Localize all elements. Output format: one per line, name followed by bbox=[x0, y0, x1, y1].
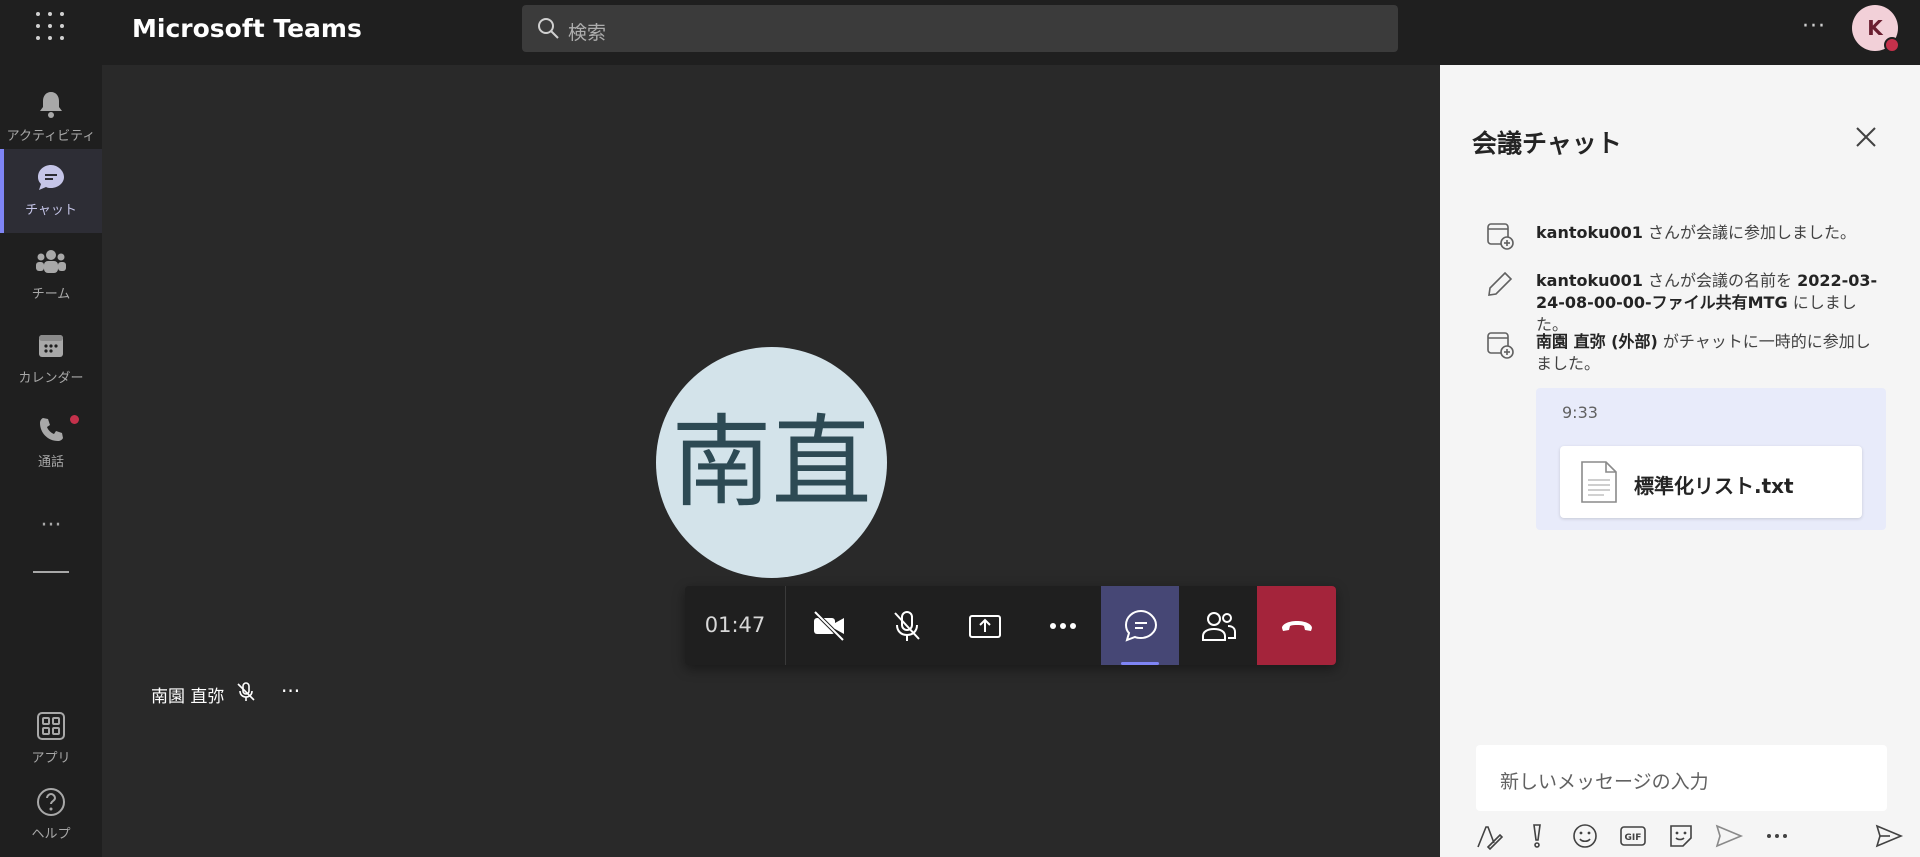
event-user: kantoku001 bbox=[1536, 271, 1643, 290]
app-title: Microsoft Teams bbox=[132, 14, 362, 43]
muted-mic-icon bbox=[237, 682, 255, 701]
more-actions-button[interactable] bbox=[1023, 586, 1101, 665]
apps-icon bbox=[37, 712, 65, 740]
panel-title: 会議チャット bbox=[1472, 129, 1622, 158]
more-options-icon[interactable] bbox=[1762, 821, 1792, 851]
bell-icon bbox=[40, 92, 62, 118]
message-placeholder: 新しいメッセージの入力 bbox=[1500, 771, 1709, 793]
file-name: 標準化リスト.txt bbox=[1634, 474, 1794, 498]
file-attachment[interactable]: 標準化リスト.txt bbox=[1560, 446, 1862, 518]
hangup-icon bbox=[1282, 621, 1312, 631]
sticker-icon[interactable] bbox=[1666, 821, 1696, 851]
top-bar: Microsoft Teams 検索 ··· K bbox=[0, 0, 1920, 65]
event-text: さんが会議に参加しました。 bbox=[1642, 223, 1856, 242]
camera-off-icon bbox=[813, 610, 845, 642]
rail-item-help[interactable]: ヘルプ bbox=[0, 773, 102, 857]
more-icon bbox=[1050, 623, 1076, 629]
participant-more-button[interactable]: ··· bbox=[281, 679, 300, 703]
priority-icon[interactable] bbox=[1522, 821, 1552, 851]
event-user: 南園 直弥 (外部) bbox=[1536, 332, 1658, 351]
participant-avatar: 南直 bbox=[656, 347, 887, 578]
search-icon bbox=[538, 18, 559, 39]
presence-busy-indicator bbox=[1884, 37, 1900, 53]
calendar-icon bbox=[39, 335, 63, 357]
rail-more-apps-button[interactable]: ··· bbox=[0, 513, 102, 538]
schedule-send-icon[interactable] bbox=[1714, 821, 1744, 851]
teams-icon bbox=[36, 250, 66, 273]
help-icon bbox=[37, 788, 65, 816]
rail-label: アプリ bbox=[31, 751, 71, 766]
left-rail: アクティビティ チャット チーム カレンダー 通話 ··· アプリ ヘルプ bbox=[0, 65, 102, 857]
rail-label: カレンダー bbox=[18, 371, 84, 386]
share-tray-icon bbox=[969, 615, 1001, 638]
call-controls: 01:47 bbox=[685, 586, 1336, 665]
call-timer: 01:47 bbox=[685, 586, 786, 665]
close-icon[interactable] bbox=[1854, 125, 1878, 149]
missed-call-badge bbox=[70, 415, 79, 424]
rail-label: チーム bbox=[31, 287, 71, 302]
compose-toolbar: GIF bbox=[1470, 815, 1910, 855]
rail-item-teams[interactable]: チーム bbox=[0, 233, 102, 317]
rail-item-activity[interactable]: アクティビティ bbox=[0, 75, 102, 159]
settings-more-button[interactable]: ··· bbox=[1802, 14, 1826, 39]
rail-label: チャット bbox=[25, 203, 77, 218]
rail-item-apps[interactable]: アプリ bbox=[0, 697, 102, 781]
phone-icon bbox=[40, 418, 63, 441]
join-meeting-icon bbox=[1487, 223, 1514, 250]
format-icon[interactable] bbox=[1474, 821, 1504, 851]
people-icon bbox=[1202, 612, 1236, 641]
rail-label: アクティビティ bbox=[6, 129, 96, 144]
svg-text:GIF: GIF bbox=[1625, 833, 1642, 843]
message-time: 9:33 bbox=[1562, 403, 1598, 422]
leave-call-button[interactable] bbox=[1257, 586, 1336, 665]
rail-label: 通話 bbox=[37, 455, 64, 470]
rail-label: ヘルプ bbox=[31, 827, 71, 842]
chat-icon bbox=[38, 165, 64, 190]
rail-divider bbox=[33, 571, 69, 573]
gif-icon[interactable]: GIF bbox=[1618, 821, 1648, 851]
show-chat-button[interactable] bbox=[1101, 586, 1179, 665]
pencil-icon bbox=[1488, 271, 1513, 296]
mic-off-icon bbox=[894, 611, 920, 641]
app-launcher-icon[interactable] bbox=[36, 12, 66, 42]
rail-item-calendar[interactable]: カレンダー bbox=[0, 317, 102, 401]
chat-bubble-icon bbox=[1124, 609, 1158, 642]
user-avatar[interactable]: K bbox=[1852, 5, 1900, 53]
message-input[interactable]: 新しいメッセージの入力 bbox=[1476, 745, 1887, 811]
rail-item-calls[interactable]: 通話 bbox=[0, 401, 102, 485]
event-text: さんが会議の名前を bbox=[1642, 271, 1798, 290]
chat-message: 9:33 標準化リスト.txt bbox=[1536, 388, 1886, 530]
send-icon[interactable] bbox=[1874, 821, 1904, 851]
meeting-chat-panel: 会議チャット kantoku001 さんが会議に参加しました。 kantoku0… bbox=[1440, 65, 1920, 857]
search-placeholder: 検索 bbox=[568, 22, 607, 44]
event-user: kantoku001 bbox=[1536, 223, 1643, 242]
participants-button[interactable] bbox=[1179, 586, 1257, 665]
rail-item-chat[interactable]: チャット bbox=[0, 149, 102, 233]
participant-name-label: 南園 直弥 bbox=[151, 687, 225, 707]
emoji-icon[interactable] bbox=[1570, 821, 1600, 851]
join-meeting-icon bbox=[1487, 332, 1514, 359]
meeting-stage: 南直 01:47 南園 直弥 ··· bbox=[102, 65, 1440, 857]
avatar-initial: K bbox=[1867, 16, 1883, 40]
share-screen-button[interactable] bbox=[945, 586, 1023, 665]
search-box[interactable]: 検索 bbox=[522, 5, 1398, 52]
mic-toggle-button[interactable] bbox=[867, 586, 945, 665]
text-file-icon bbox=[1581, 461, 1617, 503]
camera-toggle-button[interactable] bbox=[789, 586, 867, 665]
